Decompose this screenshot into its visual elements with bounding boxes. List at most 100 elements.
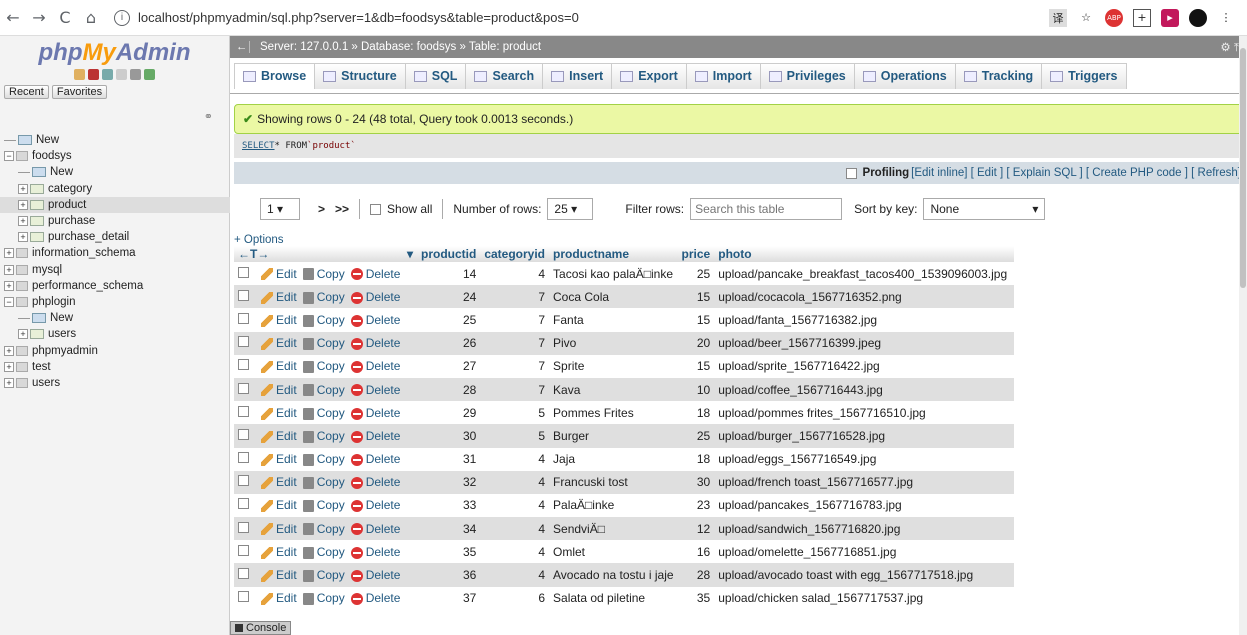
edit-button[interactable]: Edit: [261, 336, 297, 350]
cell-categoryid[interactable]: 7: [480, 285, 550, 309]
expand-icon[interactable]: −: [4, 151, 14, 162]
copy-button[interactable]: Copy: [302, 290, 345, 304]
cell-price[interactable]: 15: [677, 308, 715, 332]
copy-button[interactable]: Copy: [302, 429, 345, 443]
cell-price[interactable]: 18: [677, 447, 715, 471]
expand-icon[interactable]: +: [4, 248, 14, 259]
reload-nav-icon[interactable]: [144, 69, 155, 80]
delete-button[interactable]: Delete: [350, 522, 400, 536]
cell-productname[interactable]: PalaÄ□inke: [549, 493, 678, 518]
edit-button[interactable]: Edit: [261, 568, 297, 582]
copy-button[interactable]: Copy: [302, 267, 345, 281]
back-icon[interactable]: ←: [0, 5, 26, 31]
cell-productid[interactable]: 14: [417, 262, 481, 286]
cell-categoryid[interactable]: 4: [480, 517, 550, 541]
cell-productname[interactable]: Avocado na tostu i jaje: [549, 563, 678, 587]
row-checkbox[interactable]: [238, 591, 249, 603]
tree-node-purchase[interactable]: + purchase: [0, 213, 230, 229]
console-toggle[interactable]: Console: [230, 621, 292, 635]
query-links[interactable]: [Edit inline] [ Edit ] [ Explain SQL ] […: [911, 167, 1241, 179]
tab-search[interactable]: Search: [465, 62, 544, 89]
cell-photo[interactable]: upload/burger_1567716528.jpg: [714, 424, 1015, 448]
row-checkbox[interactable]: [238, 312, 249, 324]
tab-privileges[interactable]: Privileges: [759, 62, 855, 89]
tree-node-performance-schema[interactable]: + performance_schema: [0, 278, 230, 294]
cell-productname[interactable]: Sprite: [549, 354, 678, 378]
delete-button[interactable]: Delete: [350, 475, 400, 489]
edit-button[interactable]: Edit: [261, 452, 297, 466]
cell-productname[interactable]: SendviÄ□: [549, 517, 678, 541]
tree-node-purchase-detail[interactable]: + purchase_detail: [0, 229, 230, 245]
cell-photo[interactable]: upload/fanta_1567716382.jpg: [714, 308, 1015, 332]
expand-icon[interactable]: +: [18, 216, 28, 227]
edit-button[interactable]: Edit: [261, 290, 297, 304]
copy-button[interactable]: Copy: [302, 591, 345, 605]
edit-button[interactable]: Edit: [261, 383, 297, 397]
recent-button[interactable]: Recent: [4, 85, 49, 99]
expand-icon[interactable]: +: [4, 345, 14, 356]
home-icon[interactable]: ⌂: [78, 5, 104, 31]
tree-node-foodsys[interactable]: − foodsys: [0, 148, 230, 164]
menu-icon[interactable]: ⋮: [1217, 9, 1235, 27]
expand-icon[interactable]: +: [4, 280, 14, 291]
breadcrumb[interactable]: Server: 127.0.0.1 » Database: foodsys » …: [260, 41, 1220, 53]
tab-import[interactable]: Import: [685, 62, 761, 89]
expand-icon[interactable]: +: [18, 183, 28, 194]
copy-button[interactable]: Copy: [302, 522, 345, 536]
edit-button[interactable]: Edit: [261, 545, 297, 559]
cell-photo[interactable]: upload/chicken salad_1567717537.jpg: [714, 586, 1015, 610]
edit-button[interactable]: Edit: [261, 267, 297, 281]
cell-price[interactable]: 28: [677, 563, 715, 587]
tab-operations[interactable]: Operations: [853, 62, 956, 89]
tree-node-phplogin[interactable]: − phplogin: [0, 294, 230, 310]
tree-node-phpmyadmin[interactable]: + phpmyadmin: [0, 342, 230, 358]
tree-node-new[interactable]: New: [0, 132, 230, 148]
logout-icon[interactable]: [88, 69, 99, 80]
cell-price[interactable]: 25: [677, 424, 715, 448]
cell-categoryid[interactable]: 4: [480, 540, 550, 564]
cell-productid[interactable]: 33: [417, 493, 481, 518]
cell-photo[interactable]: upload/omelette_1567716851.jpg: [714, 540, 1015, 564]
cell-photo[interactable]: upload/sprite_1567716422.jpg: [714, 354, 1015, 378]
delete-button[interactable]: Delete: [350, 383, 400, 397]
copy-button[interactable]: Copy: [302, 498, 345, 512]
cell-productid[interactable]: 31: [417, 447, 481, 471]
row-checkbox[interactable]: [238, 382, 249, 394]
show-all-checkbox[interactable]: [370, 203, 382, 215]
filter-input[interactable]: [690, 198, 843, 220]
cell-productid[interactable]: 28: [417, 377, 481, 402]
tree-node-new[interactable]: New: [0, 310, 230, 326]
cell-price[interactable]: 16: [677, 540, 715, 564]
cell-price[interactable]: 15: [677, 285, 715, 309]
cell-categoryid[interactable]: 7: [480, 354, 550, 378]
column-header-categoryid[interactable]: categoryid: [480, 246, 550, 262]
cell-categoryid[interactable]: 4: [480, 262, 550, 286]
tree-node-mysql[interactable]: + mysql: [0, 262, 230, 278]
tree-node-test[interactable]: + test: [0, 359, 230, 375]
extension-icon[interactable]: +: [1133, 8, 1151, 27]
cell-productname[interactable]: Coca Cola: [549, 285, 678, 309]
tree-node-new[interactable]: New: [0, 164, 230, 180]
cell-price[interactable]: 12: [677, 517, 715, 541]
copy-button[interactable]: Copy: [302, 406, 345, 420]
tab-export[interactable]: Export: [611, 62, 687, 89]
row-checkbox[interactable]: [238, 266, 249, 278]
row-checkbox[interactable]: [238, 336, 249, 348]
row-checkbox[interactable]: [238, 359, 249, 371]
cell-productname[interactable]: Fanta: [549, 308, 678, 332]
star-icon[interactable]: ☆: [1077, 9, 1095, 27]
expand-icon[interactable]: +: [18, 329, 28, 340]
cell-productname[interactable]: Pivo: [549, 331, 678, 355]
column-header-price[interactable]: price: [677, 246, 715, 262]
cell-productname[interactable]: Omlet: [549, 540, 678, 564]
translate-icon[interactable]: 译: [1049, 8, 1067, 27]
copy-button[interactable]: Copy: [302, 452, 345, 466]
delete-button[interactable]: Delete: [350, 313, 400, 327]
cell-productname[interactable]: Pommes Frites: [549, 401, 678, 425]
tab-insert[interactable]: Insert: [542, 62, 613, 89]
delete-button[interactable]: Delete: [350, 591, 400, 605]
edit-button[interactable]: Edit: [261, 359, 297, 373]
tree-node-information-schema[interactable]: + information_schema: [0, 245, 230, 261]
settings-icon[interactable]: [130, 69, 141, 80]
copy-button[interactable]: Copy: [302, 545, 345, 559]
